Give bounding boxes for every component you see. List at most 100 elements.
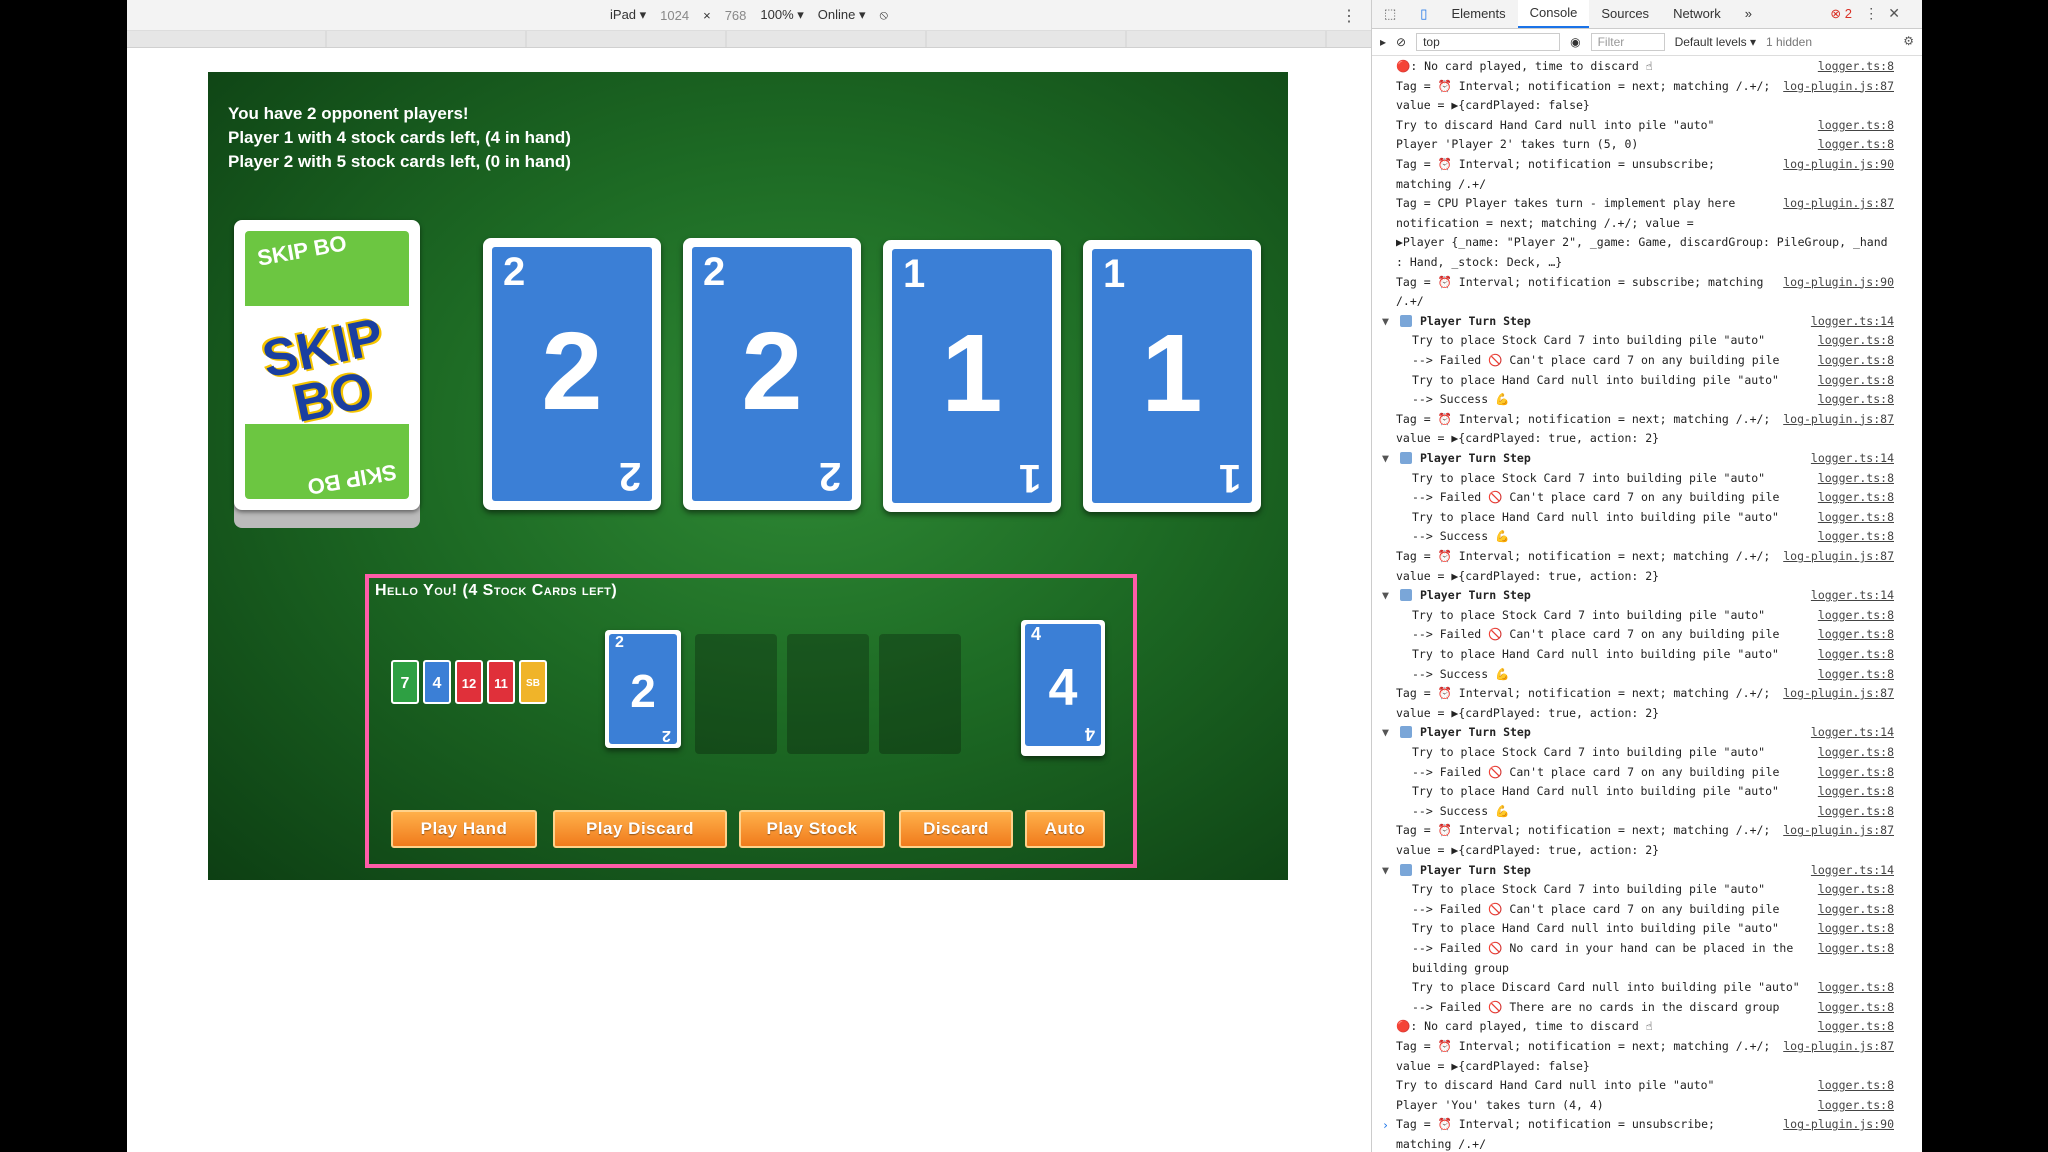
source-link[interactable]: logger.ts:8 (1818, 783, 1894, 799)
play-hand-button[interactable]: Play Hand (391, 810, 537, 848)
levels-select[interactable]: Default levels ▾ (1675, 35, 1756, 49)
error-count-badge[interactable]: ⊗ 2 (1830, 6, 1852, 22)
draw-deck[interactable]: SKIP BO SKIP BO SKIP BO (234, 220, 420, 528)
console-group-header[interactable]: ▼ Player Turn Step logger.ts:14 (1372, 587, 1922, 603)
discard-pile-1[interactable]: 2 2 2 (605, 630, 681, 748)
auto-button[interactable]: Auto (1025, 810, 1105, 848)
clear-console-icon[interactable]: ⊘ (1396, 35, 1406, 49)
source-link[interactable]: log-plugin.js:87 (1783, 411, 1894, 427)
source-link[interactable]: logger.ts:8 (1818, 803, 1894, 819)
building-pile-1[interactable]: 2 2 2 (483, 238, 661, 510)
building-pile-4[interactable]: 1 1 1 (1083, 240, 1261, 512)
hand-card-5-skipbo[interactable]: SB (519, 660, 547, 704)
source-link[interactable]: log-plugin.js:87 (1783, 548, 1894, 564)
source-link[interactable]: logger.ts:14 (1811, 724, 1894, 740)
source-link[interactable]: logger.ts:8 (1818, 1077, 1894, 1093)
source-link[interactable]: logger.ts:14 (1811, 313, 1894, 329)
console-message-text: Try to discard Hand Card null into pile … (1396, 1078, 1715, 1093)
stock-pile[interactable]: 4 4 4 (1021, 620, 1105, 756)
source-link[interactable]: logger.ts:8 (1818, 607, 1894, 623)
source-link[interactable]: log-plugin.js:90 (1783, 156, 1894, 172)
building-pile-2[interactable]: 2 2 2 (683, 238, 861, 510)
more-icon[interactable]: ⋮ (1341, 6, 1357, 26)
expand-triangle-icon[interactable]: ▼ (1382, 313, 1389, 329)
sidebar-toggle-icon[interactable]: ▸ (1380, 35, 1386, 49)
discard-pile-4[interactable] (879, 634, 961, 754)
play-discard-button[interactable]: Play Discard (553, 810, 727, 848)
network-select[interactable]: Online ▾ (818, 7, 866, 23)
source-link[interactable]: logger.ts:8 (1818, 489, 1894, 505)
source-link[interactable]: log-plugin.js:87 (1783, 195, 1894, 211)
source-link[interactable]: log-plugin.js:90 (1783, 1116, 1894, 1132)
console-log[interactable]: 🔴: No card played, time to discard ☝ logg… (1372, 56, 1922, 1152)
tab-console[interactable]: Console (1517, 0, 1590, 28)
source-link[interactable]: logger.ts:8 (1818, 332, 1894, 348)
source-link[interactable]: logger.ts:8 (1818, 1018, 1894, 1034)
tab-sources[interactable]: Sources (1589, 0, 1661, 28)
more-tabs[interactable]: » (1733, 0, 1764, 28)
play-stock-button[interactable]: Play Stock (739, 810, 885, 848)
building-pile-3[interactable]: 1 1 1 (883, 240, 1061, 512)
source-link[interactable]: logger.ts:8 (1818, 352, 1894, 368)
expand-triangle-icon[interactable]: ▼ (1382, 450, 1389, 466)
discard-pile-3[interactable] (787, 634, 869, 754)
source-link[interactable]: logger.ts:8 (1818, 901, 1894, 917)
console-group-header[interactable]: ▼ Player Turn Step logger.ts:14 (1372, 313, 1922, 329)
source-link[interactable]: logger.ts:8 (1818, 920, 1894, 936)
zoom-select[interactable]: 100% ▾ (760, 7, 803, 23)
source-link[interactable]: log-plugin.js:87 (1783, 78, 1894, 94)
source-link[interactable]: logger.ts:8 (1818, 999, 1894, 1015)
hand-card-3[interactable]: 12 (455, 660, 483, 704)
console-prompt[interactable]: › (1382, 1118, 1389, 1132)
source-link[interactable]: log-plugin.js:87 (1783, 1038, 1894, 1054)
hand-card-2[interactable]: 4 (423, 660, 451, 704)
hand-card-1[interactable]: 7 (391, 660, 419, 704)
source-link[interactable]: logger.ts:8 (1818, 117, 1894, 133)
source-link[interactable]: log-plugin.js:87 (1783, 685, 1894, 701)
source-link[interactable]: logger.ts:8 (1818, 372, 1894, 388)
context-select[interactable]: top (1416, 33, 1561, 51)
source-link[interactable]: logger.ts:8 (1818, 666, 1894, 682)
source-link[interactable]: logger.ts:14 (1811, 862, 1894, 878)
source-link[interactable]: logger.ts:8 (1818, 509, 1894, 525)
source-link[interactable]: logger.ts:14 (1811, 587, 1894, 603)
expand-triangle-icon[interactable]: ▼ (1382, 862, 1389, 878)
settings-gear-icon[interactable]: ⚙ (1903, 34, 1914, 48)
source-link[interactable]: logger.ts:8 (1818, 136, 1894, 152)
expand-triangle-icon[interactable]: ▼ (1382, 587, 1389, 603)
hand-card-4[interactable]: 11 (487, 660, 515, 704)
discard-pile-2[interactable] (695, 634, 777, 754)
discard-button[interactable]: Discard (899, 810, 1013, 848)
console-group-header[interactable]: ▼ Player Turn Step logger.ts:14 (1372, 724, 1922, 740)
height-input[interactable]: 768 (725, 8, 747, 23)
width-input[interactable]: 1024 (660, 8, 689, 23)
source-link[interactable]: logger.ts:8 (1818, 764, 1894, 780)
console-group-header[interactable]: ▼ Player Turn Step logger.ts:14 (1372, 862, 1922, 878)
source-link[interactable]: logger.ts:14 (1811, 450, 1894, 466)
source-link[interactable]: logger.ts:8 (1818, 744, 1894, 760)
source-link[interactable]: logger.ts:8 (1818, 1097, 1894, 1113)
filter-input[interactable]: Filter (1590, 33, 1665, 51)
tab-network[interactable]: Network (1661, 0, 1733, 28)
menu-icon[interactable]: ⋮ (1864, 5, 1888, 21)
rotate-icon[interactable]: ⦸ (880, 7, 888, 23)
source-link[interactable]: logger.ts:8 (1818, 626, 1894, 642)
live-expression-icon[interactable]: ◉ (1570, 35, 1580, 49)
device-select[interactable]: iPad ▾ (610, 7, 646, 23)
source-link[interactable]: log-plugin.js:90 (1783, 274, 1894, 290)
source-link[interactable]: logger.ts:8 (1818, 470, 1894, 486)
expand-triangle-icon[interactable]: ▼ (1382, 724, 1389, 740)
source-link[interactable]: logger.ts:8 (1818, 940, 1894, 956)
source-link[interactable]: logger.ts:8 (1818, 881, 1894, 897)
source-link[interactable]: logger.ts:8 (1818, 58, 1894, 74)
console-group-header[interactable]: ▼ Player Turn Step logger.ts:14 (1372, 450, 1922, 466)
tab-elements[interactable]: Elements (1439, 0, 1517, 28)
source-link[interactable]: logger.ts:8 (1818, 528, 1894, 544)
inspect-icon[interactable]: ⬚ (1372, 0, 1408, 28)
source-link[interactable]: logger.ts:8 (1818, 391, 1894, 407)
device-mode-icon[interactable]: ▯ (1408, 0, 1439, 28)
source-link[interactable]: logger.ts:8 (1818, 979, 1894, 995)
close-icon[interactable]: ✕ (1888, 5, 1910, 21)
source-link[interactable]: log-plugin.js:87 (1783, 822, 1894, 838)
source-link[interactable]: logger.ts:8 (1818, 646, 1894, 662)
